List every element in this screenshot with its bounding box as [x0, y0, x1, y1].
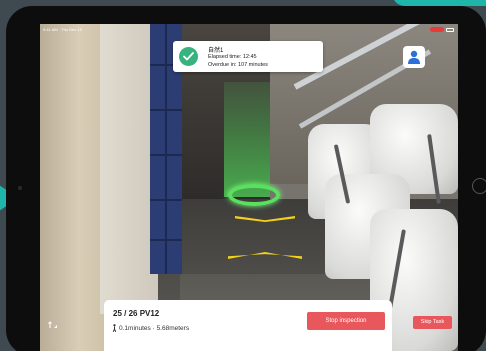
compass-indicator	[48, 321, 58, 329]
task-distance: 0.1minutes · 5.68meters	[112, 324, 189, 332]
status-time: 9:41 AM · Thu Dec 19	[43, 27, 82, 32]
task-notification: 自然1 Elapsed time: 12:45 Overdue in: 107 …	[173, 41, 323, 72]
ar-target-beacon	[224, 82, 270, 197]
task-panel: 25 / 26 PV12 0.1minutes · 5.68meters Sto…	[104, 300, 392, 351]
home-button[interactable]	[472, 178, 486, 194]
distance-text: 0.1minutes · 5.68meters	[119, 324, 190, 332]
notification-title: 自然1	[208, 48, 224, 54]
person-walking-icon	[112, 324, 117, 332]
battery-icon	[446, 27, 454, 32]
user-profile-button[interactable]	[403, 46, 425, 68]
check-circle-icon	[179, 47, 198, 66]
elapsed-time: Elapsed time: 12:45	[208, 54, 257, 60]
ar-camera-view[interactable]: 9:41 AM · Thu Dec 19 自然1 Elapsed time: 1…	[40, 24, 458, 351]
user-icon	[408, 50, 420, 64]
front-camera	[18, 186, 22, 190]
overdue-time: Overdue in: 107 minutes	[208, 62, 268, 68]
status-indicators	[430, 27, 454, 32]
stop-inspection-button[interactable]: Stop inspection	[307, 312, 385, 330]
task-progress-title: 25 / 26 PV12	[113, 309, 160, 318]
compass-arrow-icon	[48, 321, 57, 328]
ar-target-ring	[228, 184, 280, 206]
skip-task-button[interactable]: Skip Task	[413, 316, 452, 329]
recording-icon	[430, 27, 444, 32]
scene-pillar	[40, 24, 105, 351]
status-bar: 9:41 AM · Thu Dec 19	[40, 24, 458, 34]
